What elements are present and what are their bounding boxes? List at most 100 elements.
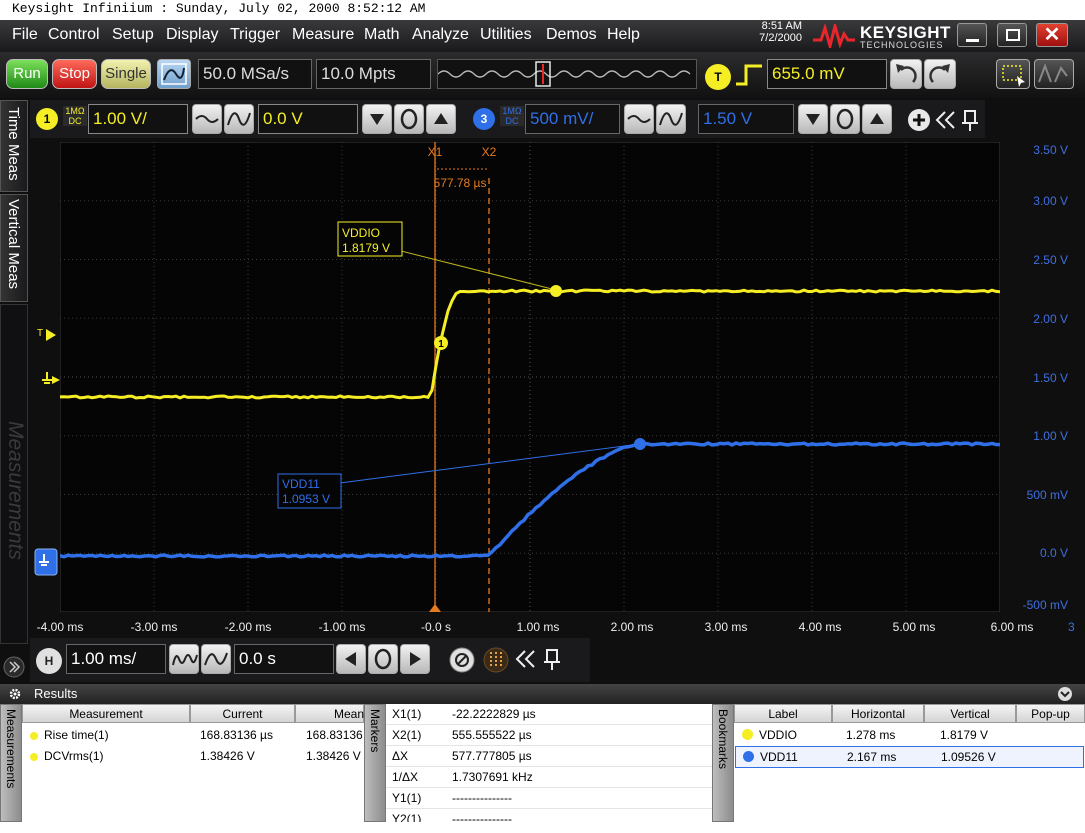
channel3-offset-down-button[interactable] (798, 104, 828, 134)
horizontal-position-zero-button[interactable] (368, 644, 398, 674)
restore-button[interactable] (997, 23, 1027, 47)
zoom-box-button[interactable] (996, 59, 1030, 89)
horizontal-scale-field[interactable]: 1.00 ms/ (66, 644, 166, 674)
marker-row[interactable]: Y1(1) --------------- (386, 788, 712, 809)
marker-row[interactable]: X1(1) -22.2222829 µs (386, 704, 712, 725)
channel1-ground-icon[interactable] (40, 370, 60, 390)
overview-waveform-icon (438, 60, 696, 88)
stop-button[interactable]: Stop (52, 59, 97, 89)
table-row[interactable]: Rise time(1) 168.83136 µs 168.83136 (22, 725, 364, 745)
roll-mode-icon[interactable] (482, 646, 510, 674)
horizontal-position-field[interactable]: 0.0 s (234, 644, 334, 674)
pin-icon[interactable] (542, 647, 562, 671)
tab-measurements-results[interactable]: Measurements (0, 704, 22, 822)
collapse-icon[interactable] (514, 648, 538, 670)
meas-name: DCVrms(1) (44, 749, 104, 763)
close-button[interactable]: ✕ (1036, 23, 1068, 47)
single-button[interactable]: Single (101, 59, 151, 89)
tab-time-meas[interactable]: Time Meas (0, 100, 28, 192)
memory-depth-field[interactable]: 10.0 Mpts (316, 59, 431, 89)
channel3-coupling[interactable]: 1MΩ DC (500, 106, 524, 126)
channel3-offset-zero-button[interactable] (830, 104, 860, 134)
horizontal-scale-up-button[interactable] (201, 644, 231, 674)
marker-row[interactable]: ΔX 577.777805 µs (386, 746, 712, 767)
channel3-offset-up-button[interactable] (862, 104, 892, 134)
marker-row[interactable]: 1/ΔX 1.7307691 kHz (386, 767, 712, 788)
horizontal-position-left-button[interactable] (336, 644, 366, 674)
menu-control[interactable]: Control (48, 26, 100, 44)
table-row[interactable]: VDDIO 1.278 ms 1.8179 V (734, 725, 1085, 745)
collapse-icon[interactable] (934, 109, 958, 131)
menu-help[interactable]: Help (607, 26, 640, 44)
channel1-offset-up-button[interactable] (426, 104, 456, 134)
menu-analyze[interactable]: Analyze (412, 26, 469, 44)
column-header[interactable]: Pop-up (1016, 704, 1085, 723)
column-header[interactable]: Horizontal (832, 704, 924, 723)
column-header[interactable]: Vertical (924, 704, 1016, 723)
chevron-right-icon (401, 645, 429, 673)
vdd11-bookmark-dot[interactable] (634, 438, 646, 450)
marker-row[interactable]: Y2(1) --------------- (386, 809, 712, 822)
trigger-level-marker[interactable]: T (36, 326, 60, 344)
meas-mean: 1.38426 V (306, 746, 364, 766)
channel1-badge[interactable]: 1 (36, 108, 58, 130)
tab-markers[interactable]: Markers (364, 704, 386, 822)
menu-trigger[interactable]: Trigger (230, 26, 280, 44)
column-header[interactable]: Mean (295, 704, 364, 723)
menu-setup[interactable]: Setup (112, 26, 154, 44)
tab-bookmarks[interactable]: Bookmarks (712, 704, 734, 822)
minimize-button[interactable] (957, 23, 987, 47)
menu-utilities[interactable]: Utilities (480, 26, 532, 44)
x-tick-label: 5.00 ms (879, 620, 949, 634)
tab-measurements-label: Measurements (3, 421, 27, 560)
channel3-scale-field[interactable]: 500 mV/ (525, 104, 620, 134)
channel3-scale-down-button[interactable] (624, 104, 654, 134)
menu-measure[interactable]: Measure (292, 26, 354, 44)
vddio-bookmark-dot[interactable] (550, 285, 562, 297)
horizontal-position-right-button[interactable] (400, 644, 430, 674)
run-button[interactable]: Run (6, 59, 48, 89)
channel1-coupling[interactable]: 1MΩ DC (63, 106, 87, 126)
channel1-offset-field[interactable]: 0.0 V (258, 104, 358, 134)
horizontal-scale-down-button[interactable] (169, 644, 199, 674)
horizontal-badge[interactable]: H (36, 648, 62, 674)
channel1-scale-up-button[interactable] (224, 104, 254, 134)
column-header[interactable]: Measurement (22, 704, 190, 723)
waveform-overview[interactable] (437, 59, 697, 89)
autoscale-button[interactable] (157, 59, 191, 89)
sample-rate-field[interactable]: 50.0 MSa/s (198, 59, 312, 89)
menu-demos[interactable]: Demos (546, 26, 597, 44)
trigger-badge[interactable]: T (705, 64, 731, 90)
add-channel-icon[interactable] (906, 107, 932, 133)
channel3-offset-field[interactable]: 1.50 V (698, 104, 794, 134)
channel3-scale-up-button[interactable] (656, 104, 686, 134)
menu-file[interactable]: File (12, 26, 38, 44)
expand-panel-button[interactable] (0, 650, 28, 684)
table-row[interactable]: VDD11 2.167 ms 1.09526 V (735, 746, 1084, 768)
pin-icon[interactable] (960, 108, 980, 132)
channel1-scale-field[interactable]: 1.00 V/ (88, 104, 188, 134)
channel1-scale-down-button[interactable] (192, 104, 222, 134)
channel3-ground-icon[interactable] (34, 548, 60, 576)
collapse-results-icon[interactable] (1057, 686, 1073, 702)
redo-button[interactable] (924, 59, 956, 89)
menu-display[interactable]: Display (166, 26, 218, 44)
channel3-badge[interactable]: 3 (473, 108, 495, 130)
undo-button[interactable] (890, 59, 922, 89)
marker-row[interactable]: X2(1) 555.555522 µs (386, 725, 712, 746)
tab-vertical-meas[interactable]: Vertical Meas (0, 194, 28, 302)
trigger-level-field[interactable]: 655.0 mV (767, 59, 887, 89)
zoom-icon[interactable] (448, 646, 476, 674)
rise-time-marker: 1 (434, 336, 448, 350)
tab-measurements[interactable]: Measurements (0, 304, 28, 644)
rising-edge-icon[interactable] (734, 62, 764, 88)
channel1-offset-zero-button[interactable] (394, 104, 424, 134)
waveform-display[interactable]: X1 X2 577.78 µs VDDIO 1.8179 V VDD11 1.0… (60, 142, 1000, 612)
gear-icon[interactable] (8, 687, 22, 701)
channel1-offset-down-button[interactable] (362, 104, 392, 134)
table-row[interactable]: DCVrms(1) 1.38426 V 1.38426 V (22, 746, 364, 766)
column-header[interactable]: Label (734, 704, 832, 723)
menu-math[interactable]: Math (364, 26, 400, 44)
column-header[interactable]: Current (190, 704, 295, 723)
measure-tool-button[interactable] (1034, 59, 1074, 89)
